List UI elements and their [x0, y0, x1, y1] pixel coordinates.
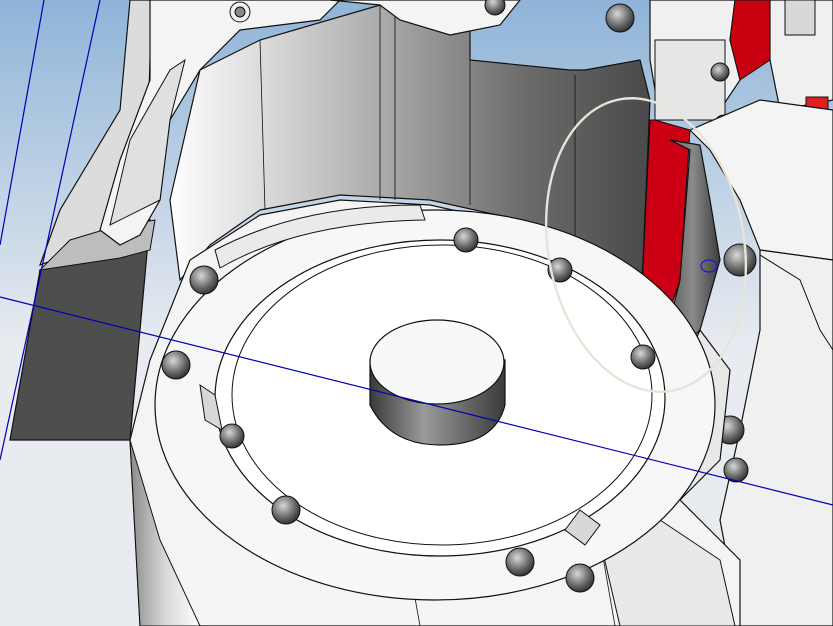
cad-viewport[interactable]: [0, 0, 833, 626]
bolt-hole[interactable]: [505, 547, 535, 577]
bolt-hole[interactable]: [189, 265, 219, 295]
bolt-hole[interactable]: [630, 344, 656, 370]
bolt-hole[interactable]: [565, 563, 595, 593]
bolt-hole[interactable]: [161, 350, 191, 380]
bolt-hole[interactable]: [271, 495, 301, 525]
bolt-hole[interactable]: [219, 423, 245, 449]
bolt-hole[interactable]: [453, 227, 479, 253]
center-boss[interactable]: [369, 319, 506, 446]
cad-scene[interactable]: [0, 0, 833, 626]
